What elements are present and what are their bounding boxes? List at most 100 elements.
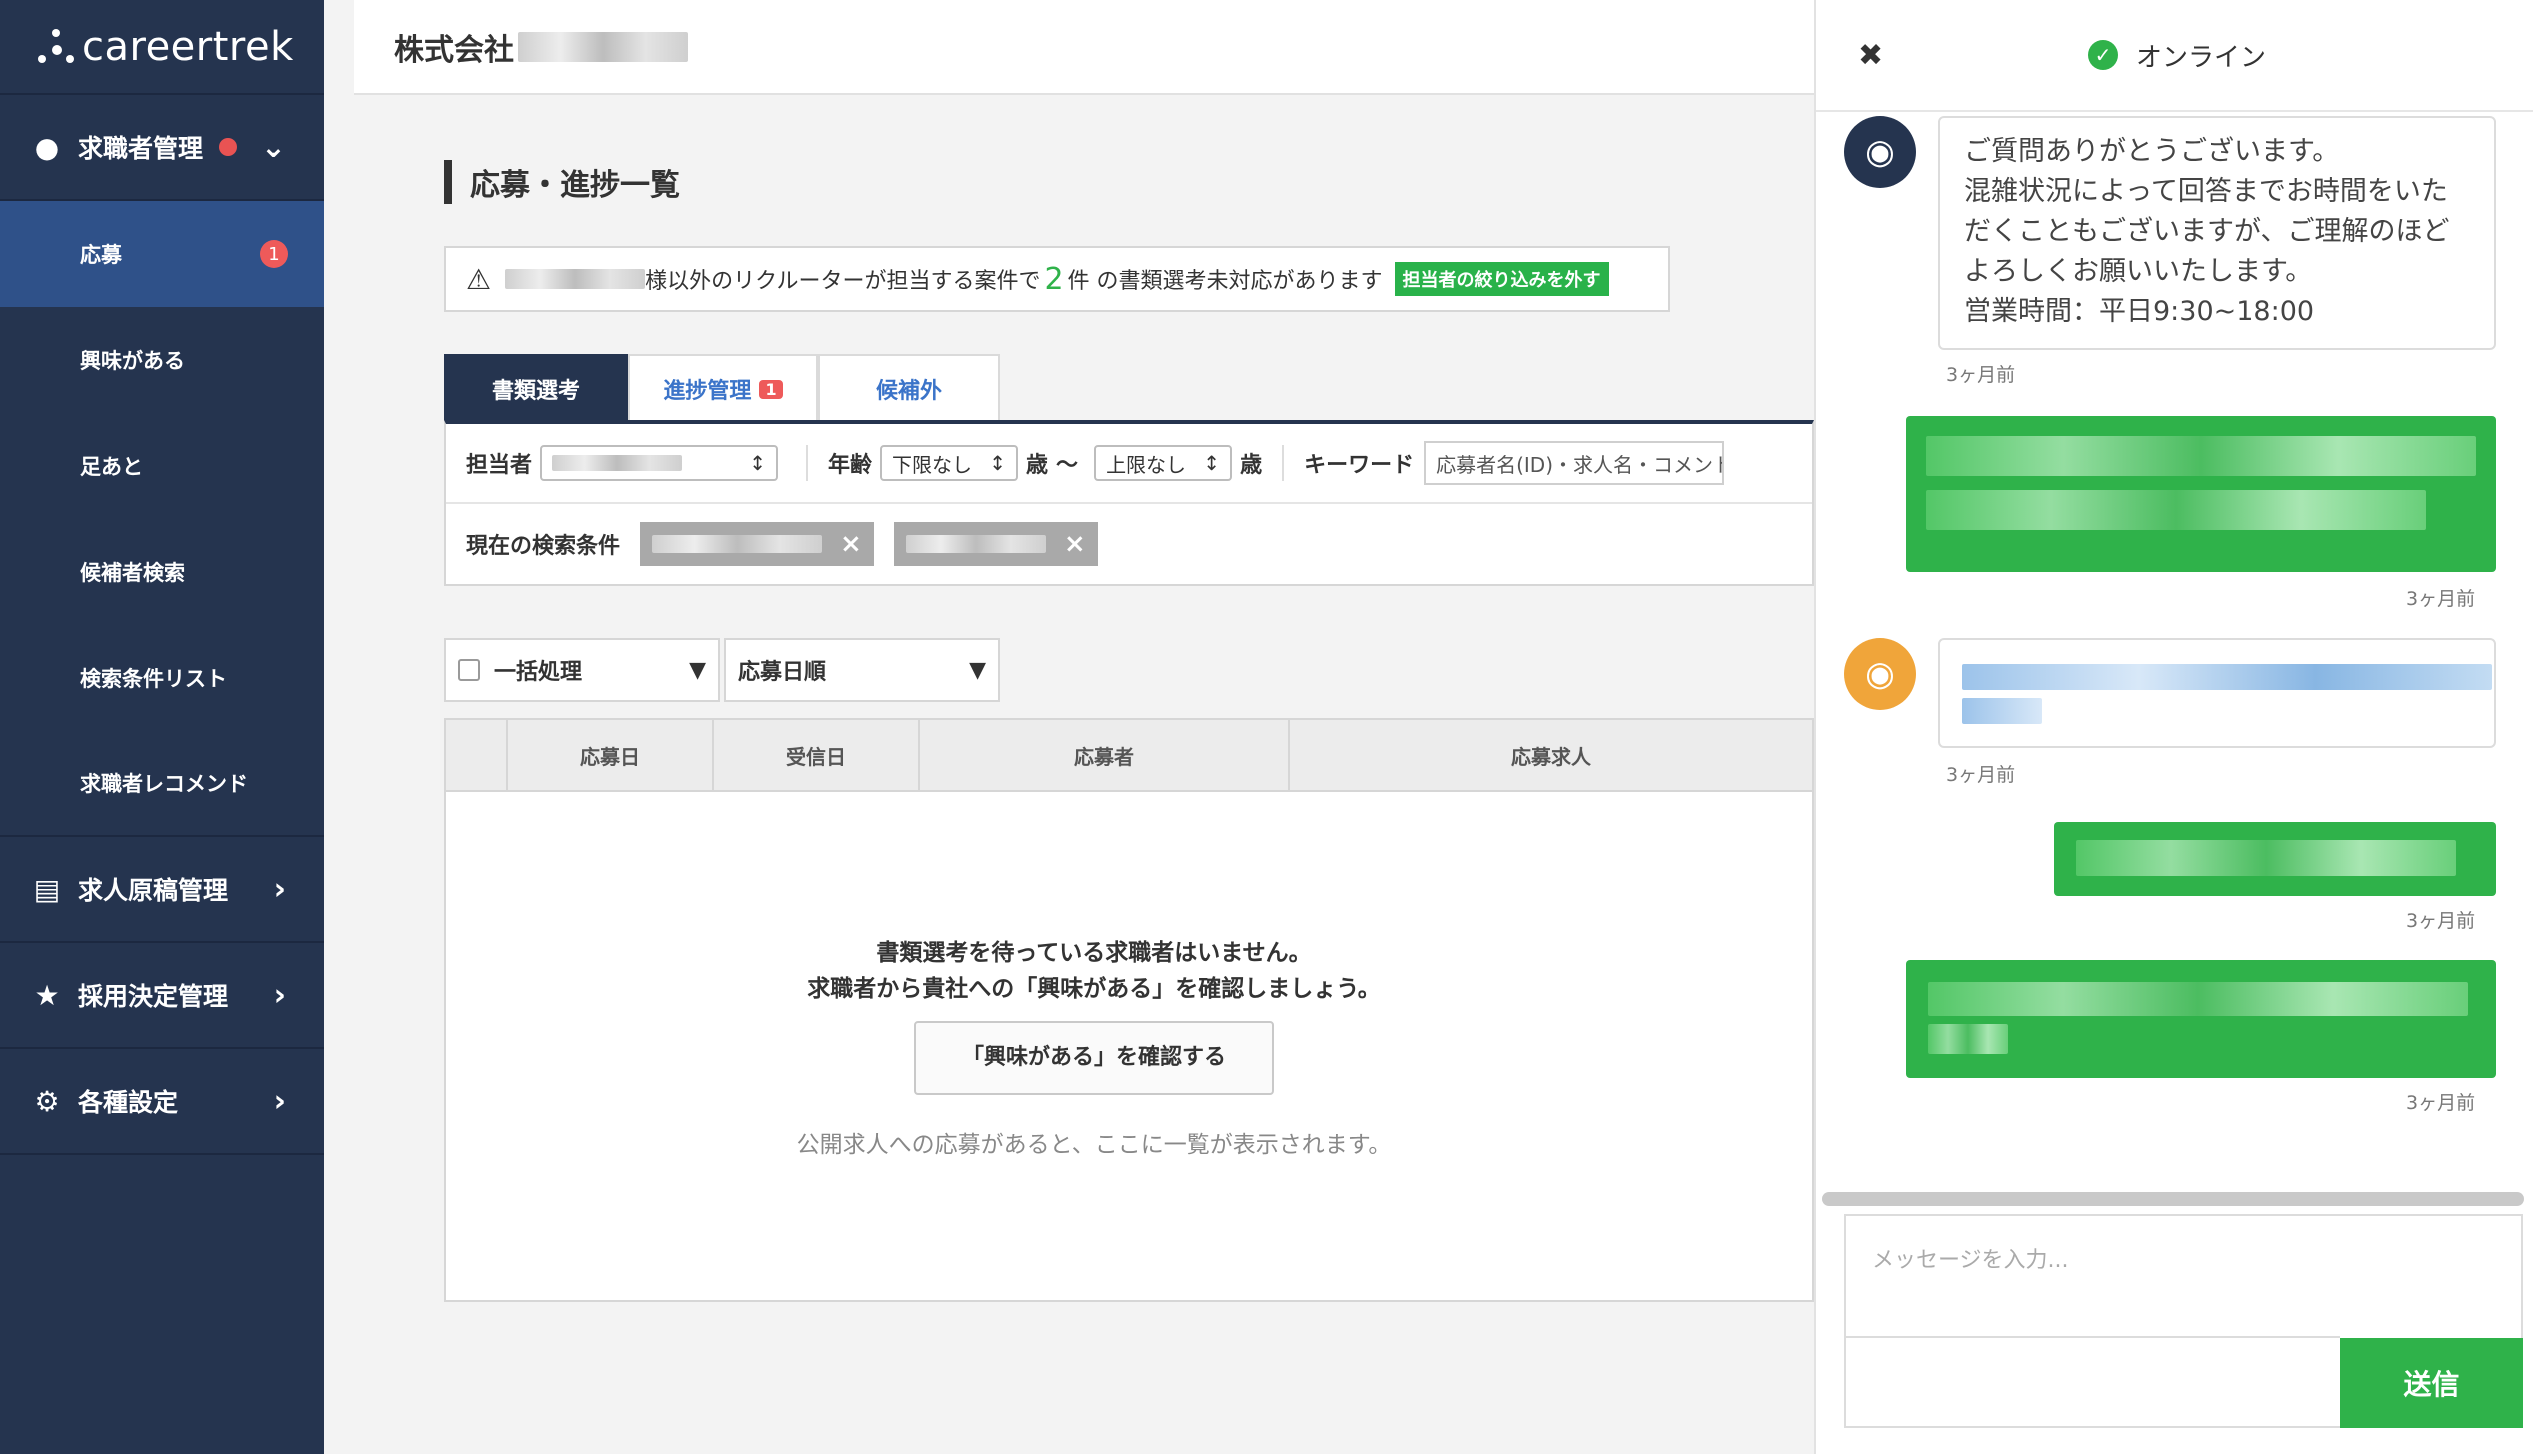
applications-table: 応募日 受信日 応募者 応募求人 書類選考を待っている求職者はいません。 求職者… (444, 718, 1814, 1302)
message-list[interactable]: ◉ ご質問ありがとうございます。 混雑状況によって回答までお時間をいた だくこと… (1816, 112, 2533, 1192)
tab-excluded[interactable]: 候補外 (818, 354, 1000, 422)
sidebar-item-label: 足あと (80, 455, 143, 479)
message-time: 3ヶ月前 (2406, 588, 2476, 610)
sidebar-section-job-posting[interactable]: ▤ 求人原稿管理 › (0, 837, 324, 943)
tab-label: 進捗管理 (663, 379, 752, 404)
section-label: 求人原稿管理 (78, 876, 229, 905)
sidebar-item-label: 興味がある (80, 349, 185, 373)
chat-header: ✖ ✓ オンライン (1816, 0, 2533, 112)
divider (806, 445, 809, 481)
support-avatar-icon: ◉ (1844, 638, 1916, 710)
page-title-text: 応募・進捗一覧 (470, 168, 680, 203)
sidebar-item-saved-searches[interactable]: 検索条件リスト (0, 625, 324, 731)
close-icon[interactable]: × (1064, 529, 1086, 559)
redacted-message (1928, 982, 2468, 1016)
horizontal-scrollbar[interactable] (1822, 1192, 2524, 1206)
title-bar (444, 160, 452, 204)
close-icon[interactable]: ✖ (1858, 38, 1883, 73)
chat-message-support (1938, 638, 2496, 748)
sidebar-section-settings[interactable]: ⚙ 各種設定 › (0, 1049, 324, 1155)
column-header-checkbox (446, 720, 508, 790)
caret-down-icon: ▼ (969, 657, 986, 683)
sidebar-item-candidate-search[interactable]: 候補者検索 (0, 519, 324, 625)
message-time: 3ヶ月前 (2406, 910, 2476, 932)
owner-select[interactable]: ↕ (540, 445, 779, 481)
section-label: 求職者管理 (78, 134, 204, 163)
chevron-right-icon: › (273, 977, 286, 1013)
empty-state: 書類選考を待っている求職者はいません。 求職者から貴社への「興味がある」を確認し… (446, 935, 1742, 1159)
notice-text-b: 件 の書類選考未対応があります (1067, 269, 1383, 294)
age-max-select[interactable]: 上限なし ↕ (1094, 445, 1233, 481)
composer-divider (1846, 1336, 2340, 1338)
warning-icon: ⚠ (466, 262, 492, 296)
sidebar-item-label: 候補者検索 (80, 561, 185, 585)
bulk-action-dropdown[interactable]: 一括処理 ▼ (444, 638, 720, 702)
message-input[interactable]: メッセージを入力... (1872, 1242, 2069, 1274)
message-composer: メッセージを入力... 送信 (1844, 1214, 2523, 1428)
message-time: 3ヶ月前 (2406, 1092, 2476, 1114)
topbar: 株式会社 (354, 0, 1814, 95)
age-unit: 歳 (1026, 453, 1049, 478)
message-line: よろしくお願いいたします。 (1964, 256, 2313, 287)
sidebar-section-candidate-management[interactable]: ● 求職者管理 ⌄ (0, 95, 324, 201)
support-avatar-icon: ◉ (1844, 116, 1916, 188)
remove-owner-filter-button[interactable]: 担当者の絞り込みを外す (1394, 262, 1609, 296)
redacted-company-name (518, 31, 688, 62)
condition-chip[interactable]: × (893, 522, 1098, 566)
keyword-input[interactable]: 応募者名(ID)・求人名・コメント (1424, 441, 1725, 485)
column-header[interactable]: 応募者 (920, 720, 1290, 790)
company-name: 株式会社 (394, 32, 514, 68)
column-header[interactable]: 応募日 (508, 720, 714, 790)
sidebar-item-recommend[interactable]: 求職者レコメンド (0, 731, 324, 837)
age-max-value: 上限なし (1106, 452, 1187, 477)
redacted-condition (652, 535, 823, 553)
sort-dropdown[interactable]: 応募日順 ▼ (724, 638, 1000, 702)
column-header[interactable]: 応募求人 (1290, 720, 1812, 790)
sidebar-section-hiring-decision[interactable]: ★ 採用決定管理 › (0, 943, 324, 1049)
keyword-label: キーワード (1304, 453, 1415, 478)
sidebar-item-applications[interactable]: 応募 1 (0, 201, 324, 307)
chat-panel: ✖ ✓ オンライン ◉ ご質問ありがとうございます。 混雑状況によって回答までお… (1814, 0, 2533, 1454)
sidebar-item-interested[interactable]: 興味がある (0, 307, 324, 413)
tab-label: 書類選考 (491, 379, 580, 404)
condition-chip[interactable]: × (640, 522, 874, 566)
check-circle-icon: ✓ (2088, 40, 2118, 70)
select-arrows-icon: ↕ (749, 451, 767, 475)
message-line: 営業時間：平日9:30~18:00 (1964, 296, 2315, 327)
sidebar-item-footprints[interactable]: 足あと (0, 413, 324, 519)
age-separator: 〜 (1056, 453, 1079, 478)
person-icon: ● (34, 130, 60, 164)
owner-label: 担当者 (466, 453, 533, 478)
age-min-select[interactable]: 下限なし ↕ (880, 445, 1019, 481)
tab-badge: 1 (759, 379, 783, 399)
page-title: 応募・進捗一覧 (444, 160, 680, 204)
alert-dot (219, 138, 238, 156)
tab-document-screening[interactable]: 書類選考 (444, 354, 628, 422)
logo-mark-icon (36, 27, 76, 67)
chat-message-user (1906, 960, 2496, 1078)
redacted-message (2076, 840, 2456, 876)
empty-message-line2: 求職者から貴社への「興味がある」を確認しましょう。 (807, 976, 1381, 1002)
select-all-checkbox[interactable] (458, 659, 480, 681)
column-header[interactable]: 受信日 (714, 720, 920, 790)
tab-progress[interactable]: 進捗管理 1 (628, 354, 818, 422)
notice-count: 2 (1044, 261, 1064, 297)
filter-row: 担当者 ↕ 年齢 下限なし ↕ 歳 〜 上限なし ↕ 歳 キーワード 応募者名(… (446, 424, 1812, 504)
age-min-value: 下限なし (892, 452, 973, 477)
table-header: 応募日 受信日 応募者 応募求人 (446, 720, 1812, 792)
select-arrows-icon: ↕ (989, 451, 1007, 475)
send-button[interactable]: 送信 (2340, 1338, 2523, 1428)
divider (1282, 445, 1285, 481)
check-interested-button[interactable]: 「興味がある」を確認する (914, 1021, 1274, 1095)
chat-message-user (1906, 416, 2496, 572)
star-icon: ★ (34, 978, 60, 1012)
logo[interactable]: careertrek (0, 0, 324, 95)
notice-banner: ⚠ 様以外のリクルーターが担当する案件で 2 件 の書類選考未対応があります 担… (444, 246, 1670, 312)
redacted-message (1926, 490, 2426, 530)
message-time: 3ヶ月前 (1946, 364, 2016, 386)
message-line: だくこともございますが、ご理解のほど (1964, 216, 2450, 247)
close-icon[interactable]: × (840, 529, 862, 559)
empty-message-line1: 書類選考を待っている求職者はいません。 (876, 940, 1312, 966)
bulk-action-label: 一括処理 (494, 660, 583, 685)
sort-label: 応募日順 (738, 660, 827, 685)
